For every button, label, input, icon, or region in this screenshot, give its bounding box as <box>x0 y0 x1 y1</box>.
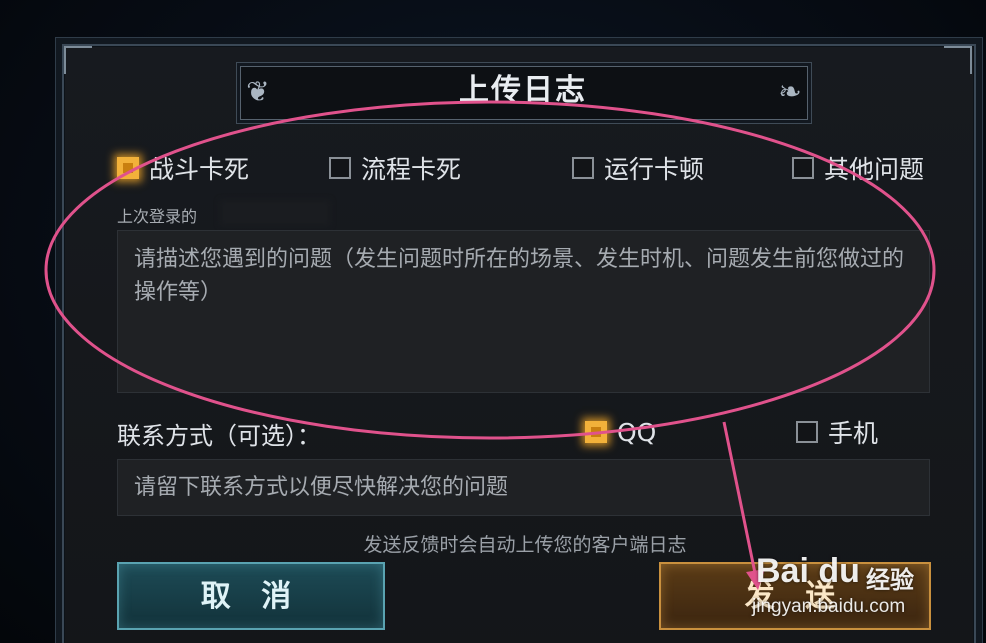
contact-option-label: 手机 <box>828 419 879 448</box>
last-login-label: 上次登录的 <box>117 207 198 226</box>
contact-label: 联系方式（可选）： <box>117 422 321 450</box>
contact-field[interactable]: 请留下联系方式以便尽快解决您的问题 <box>117 459 930 516</box>
dialog-title: 上传日志 <box>459 73 587 108</box>
category-option-flow-freeze[interactable]: 流程卡死 <box>329 152 461 184</box>
contact-option-phone[interactable]: 手机 <box>796 416 878 448</box>
category-option-lag[interactable]: 运行卡顿 <box>572 152 704 184</box>
category-label: 运行卡顿 <box>604 155 705 184</box>
cancel-button[interactable]: 取 消 <box>117 562 385 630</box>
checkbox-icon[interactable] <box>796 421 818 443</box>
checkbox-icon[interactable] <box>792 157 814 179</box>
checkbox-icon[interactable] <box>329 157 351 179</box>
category-label: 战斗卡死 <box>149 155 250 184</box>
contact-option-qq[interactable]: QQ <box>585 416 656 448</box>
contact-option-label: QQ <box>617 417 657 447</box>
frame-ornament <box>64 46 92 74</box>
category-label: 其他问题 <box>824 155 925 184</box>
game-screen: ❦ ❧ 上传日志 战斗卡死 流程卡死 运行卡顿 其他问题 上次登录的 请描述您遇… <box>0 0 986 643</box>
auto-upload-note: 发送反馈时会自动上传您的客户端日志 <box>363 534 687 556</box>
checkbox-checked-icon[interactable] <box>117 157 139 179</box>
redacted-area <box>220 200 330 226</box>
problem-description-field[interactable]: 请描述您遇到的问题（发生问题时所在的场景、发生时机、问题发生前您做过的操作等） <box>117 230 930 393</box>
category-option-other[interactable]: 其他问题 <box>792 152 924 184</box>
frame-ornament <box>944 46 972 74</box>
checkbox-checked-icon[interactable] <box>585 421 607 443</box>
category-option-battle-freeze[interactable]: 战斗卡死 <box>117 152 249 184</box>
category-label: 流程卡死 <box>361 155 462 184</box>
checkbox-icon[interactable] <box>572 157 594 179</box>
send-button[interactable]: 发 送 <box>659 562 931 630</box>
